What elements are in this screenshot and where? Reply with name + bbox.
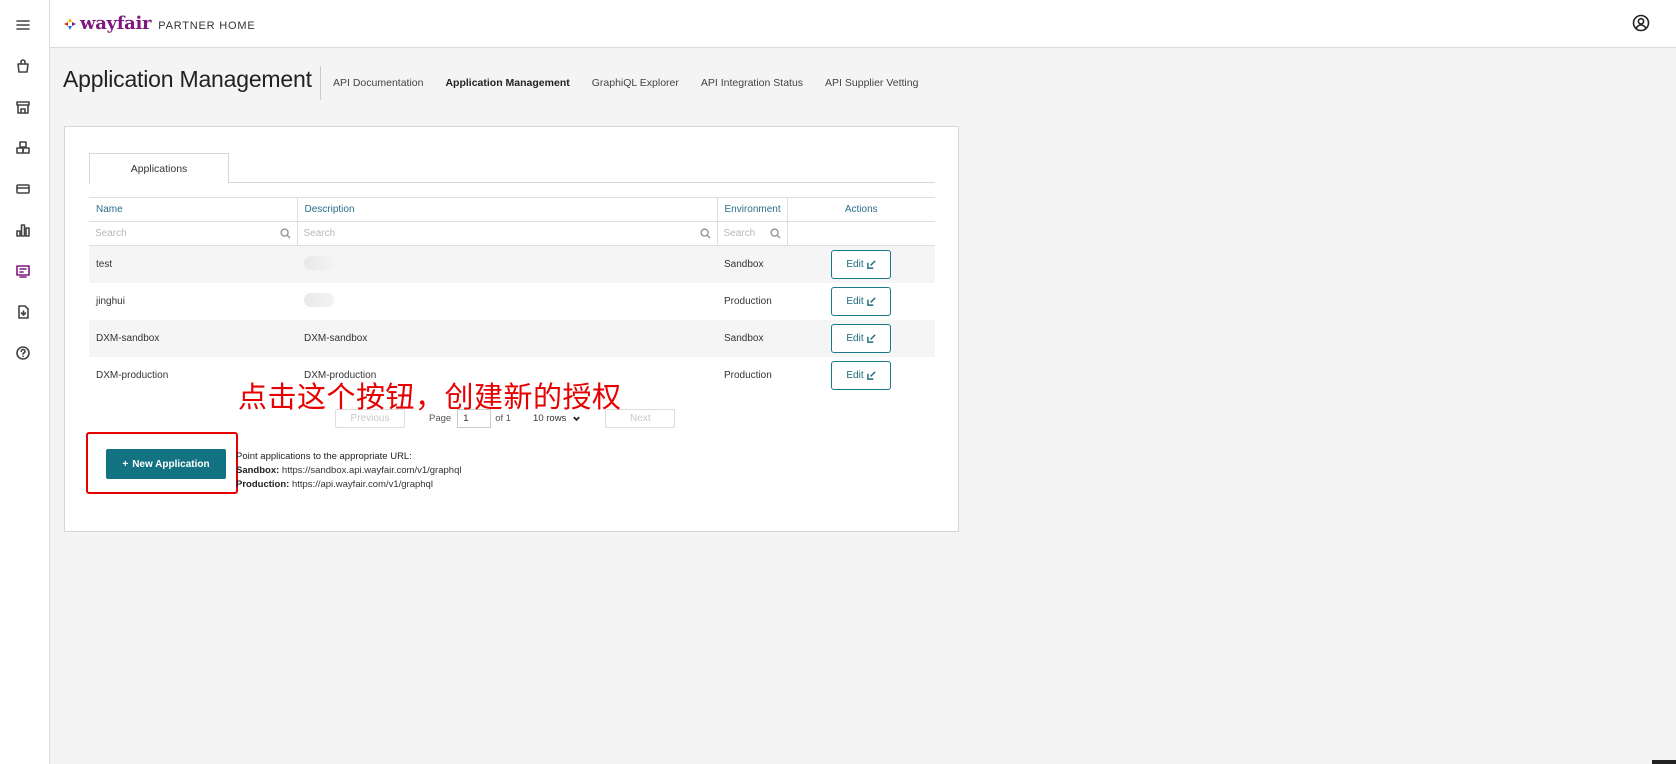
edit-icon (866, 260, 876, 269)
production-url-line: Production: https://api.wayfair.com/v1/g… (236, 478, 461, 492)
corner-mark (1652, 760, 1676, 764)
nav-application-management[interactable]: Application Management (445, 77, 569, 89)
column-header-actions: Actions (787, 197, 935, 222)
table-row: test Sandbox Edit (89, 245, 935, 283)
menu-icon[interactable] (10, 12, 36, 38)
applications-table: Name Description Environment Actions Sea… (89, 197, 935, 394)
environment-filter-cell (717, 221, 788, 246)
actions-filter-cell (787, 221, 935, 246)
cell-description: DXM-sandbox (297, 319, 717, 357)
edit-label: Edit (846, 295, 864, 307)
page-title: Application Management (63, 66, 312, 92)
cell-environment: Production (717, 282, 787, 320)
brand-wordmark: wayfair (80, 13, 152, 34)
sandbox-url-line: Sandbox: https://sandbox.api.wayfair.com… (236, 464, 461, 478)
search-icon (279, 228, 291, 239)
edit-icon (866, 370, 876, 380)
help-icon[interactable] (10, 340, 36, 366)
edit-icon (866, 296, 876, 306)
brand-subtitle: PARTNER HOME (158, 20, 256, 32)
bag-icon[interactable] (10, 53, 36, 79)
nav-api-integration-status[interactable]: API Integration Status (701, 77, 803, 89)
production-label: Production: (236, 479, 290, 490)
name-search-input[interactable] (95, 228, 280, 239)
table-row: jinghui Production Edit (89, 282, 935, 320)
table-row: DXM-sandbox DXM-sandbox Sandbox Edit (89, 319, 935, 357)
tab-applications[interactable]: Applications (89, 153, 229, 184)
top-bar: wayfair PARTNER HOME (50, 0, 1676, 48)
card-icon[interactable] (10, 176, 36, 202)
edit-label: Edit (846, 258, 864, 270)
nav-api-supplier-vetting[interactable]: API Supplier Vetting (825, 77, 918, 89)
cell-environment: Sandbox (717, 245, 787, 283)
plus-icon: + (122, 458, 129, 470)
boxes-icon[interactable] (10, 135, 36, 161)
title-separator (320, 66, 321, 100)
wayfair-mark-icon (64, 18, 76, 30)
cell-name: test (89, 245, 297, 283)
name-filter-cell (89, 221, 298, 246)
edit-button[interactable]: Edit (831, 323, 891, 353)
store-icon[interactable] (10, 94, 36, 120)
environment-search-input[interactable] (723, 228, 770, 239)
search-icon (699, 228, 711, 239)
sandbox-url: https://sandbox.api.wayfair.com/v1/graph… (281, 465, 462, 476)
production-url: https://api.wayfair.com/v1/graphql (291, 479, 433, 490)
cell-actions: Edit (787, 245, 935, 283)
edit-label: Edit (846, 332, 864, 344)
column-header-name[interactable]: Name (89, 197, 298, 222)
urls-intro: Point applications to the appropriate UR… (236, 451, 412, 462)
edit-icon (866, 333, 876, 343)
redacted-description (304, 292, 334, 307)
edit-button[interactable]: Edit (831, 249, 891, 279)
section-nav: API Documentation Application Management… (333, 77, 940, 89)
cell-description (297, 282, 717, 320)
developer-icon[interactable] (10, 258, 36, 284)
new-application-button[interactable]: + New Application (106, 449, 226, 479)
description-search-input[interactable] (303, 228, 700, 239)
cell-actions: Edit (787, 356, 935, 394)
endpoint-urls: Point applications to the appropriate UR… (236, 450, 461, 492)
edit-button[interactable]: Edit (831, 360, 891, 390)
nav-api-documentation[interactable]: API Documentation (333, 77, 423, 89)
column-header-description[interactable]: Description (297, 197, 718, 222)
sandbox-label: Sandbox: (236, 465, 280, 476)
cell-actions: Edit (787, 319, 935, 357)
nav-graphiql-explorer[interactable]: GraphiQL Explorer (592, 77, 679, 89)
left-nav-rail (0, 0, 50, 764)
column-header-environment[interactable]: Environment (717, 197, 788, 222)
account-icon[interactable] (1632, 14, 1652, 34)
cell-environment: Sandbox (717, 319, 787, 357)
cell-description (297, 245, 717, 283)
edit-button[interactable]: Edit (831, 286, 891, 316)
search-icon (769, 228, 781, 239)
new-application-label: New Application (132, 458, 210, 470)
cell-environment: Production (717, 356, 787, 394)
bar-chart-icon[interactable] (10, 217, 36, 243)
cell-name: DXM-sandbox (89, 319, 297, 357)
description-filter-cell (297, 221, 718, 246)
edit-label: Edit (846, 369, 864, 381)
cell-actions: Edit (787, 282, 935, 320)
cell-name: jinghui (89, 282, 297, 320)
redacted-description (304, 255, 334, 270)
document-icon[interactable] (10, 299, 36, 325)
tab-bar: Applications (89, 153, 935, 184)
annotation-text: 点击这个按钮，创建新的授权 (238, 380, 622, 414)
brand-logo[interactable]: wayfair PARTNER HOME (64, 13, 255, 34)
